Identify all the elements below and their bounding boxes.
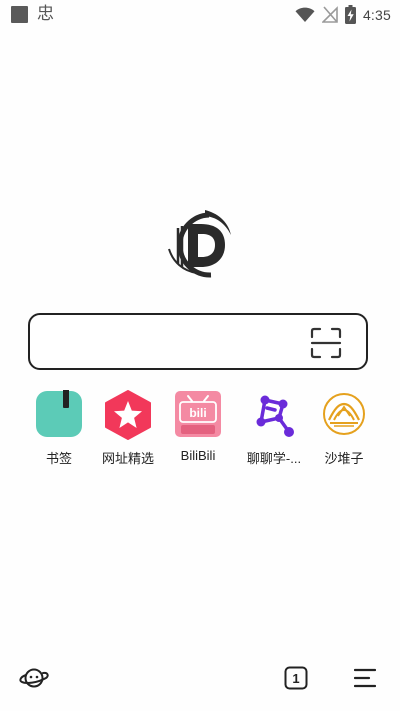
- notification-square-icon: [11, 5, 28, 23]
- shortcut-label: 聊聊学-...: [246, 451, 302, 466]
- bookmark-icon: [36, 389, 82, 437]
- shortcut-label: BiliBili: [180, 448, 216, 463]
- bottom-toolbar: 1: [0, 660, 400, 706]
- battery-charging-icon: [344, 5, 356, 24]
- wifi-icon: [295, 7, 315, 22]
- planet-icon[interactable]: [19, 666, 49, 692]
- shortcut-bookmarks[interactable]: 书签: [26, 389, 92, 467]
- shortcut-grid: 书签 网址精选 bili BiliBili 聊聊学-... 沙堆子: [26, 389, 377, 470]
- app-notification-glyph: 忠: [37, 4, 54, 24]
- shortcut-featured-sites[interactable]: 网址精选: [95, 390, 161, 467]
- shortcut-bilibili[interactable]: bili BiliBili: [165, 390, 231, 463]
- scan-icon[interactable]: [310, 327, 342, 359]
- status-bar-left: 忠: [11, 5, 54, 23]
- search-input[interactable]: [28, 313, 368, 370]
- shortcut-label: 网址精选: [101, 451, 154, 466]
- status-time: 4:35: [362, 6, 391, 23]
- graph-nodes-icon: [256, 395, 294, 437]
- bilibili-icon: bili: [175, 391, 221, 437]
- star-hexagon-icon: [105, 390, 151, 440]
- shortcut-label: 沙堆子: [324, 451, 364, 466]
- no-signal-icon: [321, 6, 338, 23]
- shortcut-sand-pile[interactable]: 沙堆子: [311, 390, 377, 467]
- menu-icon[interactable]: [354, 668, 376, 688]
- dune-icon: [323, 393, 365, 435]
- svg-text:bili: bili: [189, 406, 206, 420]
- shortcut-chat-learn[interactable]: 聊聊学-...: [241, 390, 307, 467]
- tab-count: 1: [292, 670, 300, 686]
- status-bar: 忠 4:35: [0, 0, 400, 30]
- shortcut-label: 书签: [45, 451, 72, 466]
- status-bar-right: 4:35: [295, 5, 391, 24]
- browser-d-logo: [168, 210, 231, 278]
- tabs-button[interactable]: 1: [284, 666, 308, 690]
